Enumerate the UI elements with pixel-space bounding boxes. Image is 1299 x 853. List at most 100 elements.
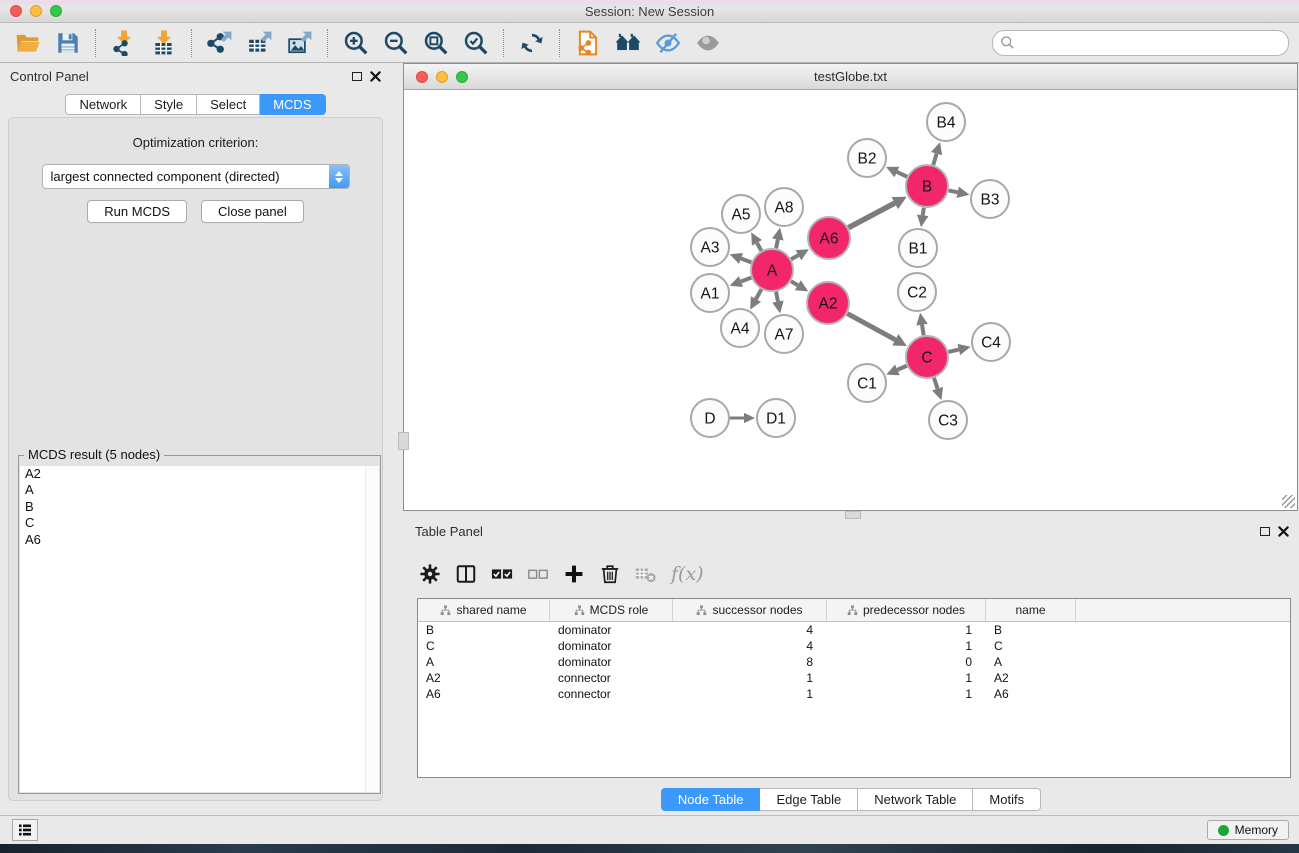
cell-successor-nodes[interactable]: 4 [673, 639, 827, 653]
close-panel-button[interactable]: Close panel [201, 200, 304, 223]
node-A1[interactable]: A1 [691, 274, 729, 312]
node-C1[interactable]: C1 [848, 364, 886, 402]
cell-predecessor-nodes[interactable]: 1 [827, 623, 986, 637]
column-header-MCDS-role[interactable]: MCDS role [550, 599, 673, 621]
export-network-button[interactable] [200, 26, 240, 60]
edge-C-C1[interactable] [886, 365, 907, 376]
cell-shared-name[interactable]: C [418, 639, 550, 653]
node-A7[interactable]: A7 [765, 315, 803, 353]
tab-mcds[interactable]: MCDS [260, 94, 325, 115]
tab-edge-table[interactable]: Edge Table [760, 788, 858, 811]
import-network-button[interactable] [104, 26, 144, 60]
node-D[interactable]: D [691, 399, 729, 437]
cell-MCDS-role[interactable]: connector [550, 671, 673, 685]
cell-shared-name[interactable]: B [418, 623, 550, 637]
edge-C-C3[interactable] [932, 378, 943, 400]
select-all-checks-button[interactable] [491, 563, 513, 585]
edge-B-B4[interactable] [931, 142, 942, 165]
apply-function-icon[interactable]: f(x) [671, 563, 704, 585]
cell-name[interactable]: B [986, 623, 1076, 637]
column-header-shared-name[interactable]: shared name [418, 599, 550, 621]
cell-successor-nodes[interactable]: 4 [673, 623, 827, 637]
cell-predecessor-nodes[interactable]: 1 [827, 639, 986, 653]
cell-shared-name[interactable]: A [418, 655, 550, 669]
mcds-result-list[interactable]: A2ABCA6 [20, 466, 379, 792]
tab-select[interactable]: Select [197, 94, 260, 115]
add-column-button[interactable] [563, 563, 585, 585]
float-panel-icon[interactable] [352, 72, 362, 81]
cell-name[interactable]: C [986, 639, 1076, 653]
zoom-fit-button[interactable] [416, 26, 456, 60]
mcds-result-item[interactable]: A [20, 482, 379, 498]
node-C4[interactable]: C4 [972, 323, 1010, 361]
cell-predecessor-nodes[interactable]: 1 [827, 687, 986, 701]
neighbors-houses-button[interactable] [608, 26, 648, 60]
split-columns-button[interactable] [455, 563, 477, 585]
edge-A-A4[interactable] [750, 289, 761, 309]
zoom-selected-button[interactable] [456, 26, 496, 60]
cell-MCDS-role[interactable]: dominator [550, 623, 673, 637]
mcds-result-item[interactable]: C [20, 515, 379, 531]
node-table[interactable]: shared nameMCDS rolesuccessor nodesprede… [417, 598, 1291, 778]
cell-shared-name[interactable]: A2 [418, 671, 550, 685]
node-A3[interactable]: A3 [691, 228, 729, 266]
cell-name[interactable]: A2 [986, 671, 1076, 685]
show-eye-button[interactable] [688, 26, 728, 60]
edge-A-A2[interactable] [791, 280, 808, 291]
table-float-panel-icon[interactable] [1260, 527, 1270, 536]
table-row[interactable]: A6connector11A6 [418, 686, 1290, 702]
mcds-result-item[interactable]: A2 [20, 466, 379, 482]
cell-MCDS-role[interactable]: dominator [550, 639, 673, 653]
node-C2[interactable]: C2 [898, 273, 936, 311]
zoom-out-button[interactable] [376, 26, 416, 60]
save-session-button[interactable] [48, 26, 88, 60]
import-table-button[interactable] [144, 26, 184, 60]
delete-table-button[interactable] [635, 563, 657, 585]
cell-successor-nodes[interactable]: 1 [673, 671, 827, 685]
edge-C-C4[interactable] [948, 344, 970, 355]
node-A5[interactable]: A5 [722, 195, 760, 233]
node-A6[interactable]: A6 [808, 217, 850, 259]
node-B2[interactable]: B2 [848, 139, 886, 177]
cell-successor-nodes[interactable]: 8 [673, 655, 827, 669]
node-B3[interactable]: B3 [971, 180, 1009, 218]
zoom-in-button[interactable] [336, 26, 376, 60]
edge-A2-C[interactable] [847, 314, 906, 346]
node-A2[interactable]: A2 [807, 282, 849, 324]
table-row[interactable]: Adominator80A [418, 654, 1290, 670]
cell-name[interactable]: A [986, 655, 1076, 669]
edge-A-A8[interactable] [772, 228, 783, 249]
tab-network[interactable]: Network [65, 94, 141, 115]
list-scrollbar[interactable] [365, 466, 379, 792]
edge-A-A7[interactable] [772, 292, 783, 314]
tab-node-table[interactable]: Node Table [661, 788, 761, 811]
edge-B-B1[interactable] [917, 208, 928, 227]
refresh-button[interactable] [512, 26, 552, 60]
task-history-button[interactable] [12, 819, 38, 841]
node-A4[interactable]: A4 [721, 309, 759, 347]
cell-MCDS-role[interactable]: connector [550, 687, 673, 701]
edge-D-D1[interactable] [730, 413, 755, 423]
node-D1[interactable]: D1 [757, 399, 795, 437]
network-canvas[interactable]: B4B2BB3A8A5A6B1A3AC2A1A2A4A7C4CC1C3DD1 [404, 90, 1297, 510]
node-C3[interactable]: C3 [929, 401, 967, 439]
edge-A-A1[interactable] [730, 276, 752, 287]
cell-predecessor-nodes[interactable]: 1 [827, 671, 986, 685]
vertical-splitter-handle[interactable] [398, 432, 409, 450]
window-resize-grip[interactable] [1282, 495, 1295, 508]
edge-A6-B[interactable] [848, 197, 906, 228]
node-B1[interactable]: B1 [899, 229, 937, 267]
mcds-result-item[interactable]: A6 [20, 532, 379, 548]
cell-MCDS-role[interactable]: dominator [550, 655, 673, 669]
table-row[interactable]: Cdominator41C [418, 638, 1290, 654]
table-close-panel-icon[interactable] [1278, 526, 1289, 537]
cell-predecessor-nodes[interactable]: 0 [827, 655, 986, 669]
cell-successor-nodes[interactable]: 1 [673, 687, 827, 701]
cell-shared-name[interactable]: A6 [418, 687, 550, 701]
node-B4[interactable]: B4 [927, 103, 965, 141]
node-A[interactable]: A [751, 249, 793, 291]
network-window-titlebar[interactable]: testGlobe.txt [404, 64, 1297, 90]
column-header-predecessor-nodes[interactable]: predecessor nodes [827, 599, 986, 621]
edge-B-B3[interactable] [949, 187, 970, 198]
edge-A-A3[interactable] [730, 253, 752, 264]
